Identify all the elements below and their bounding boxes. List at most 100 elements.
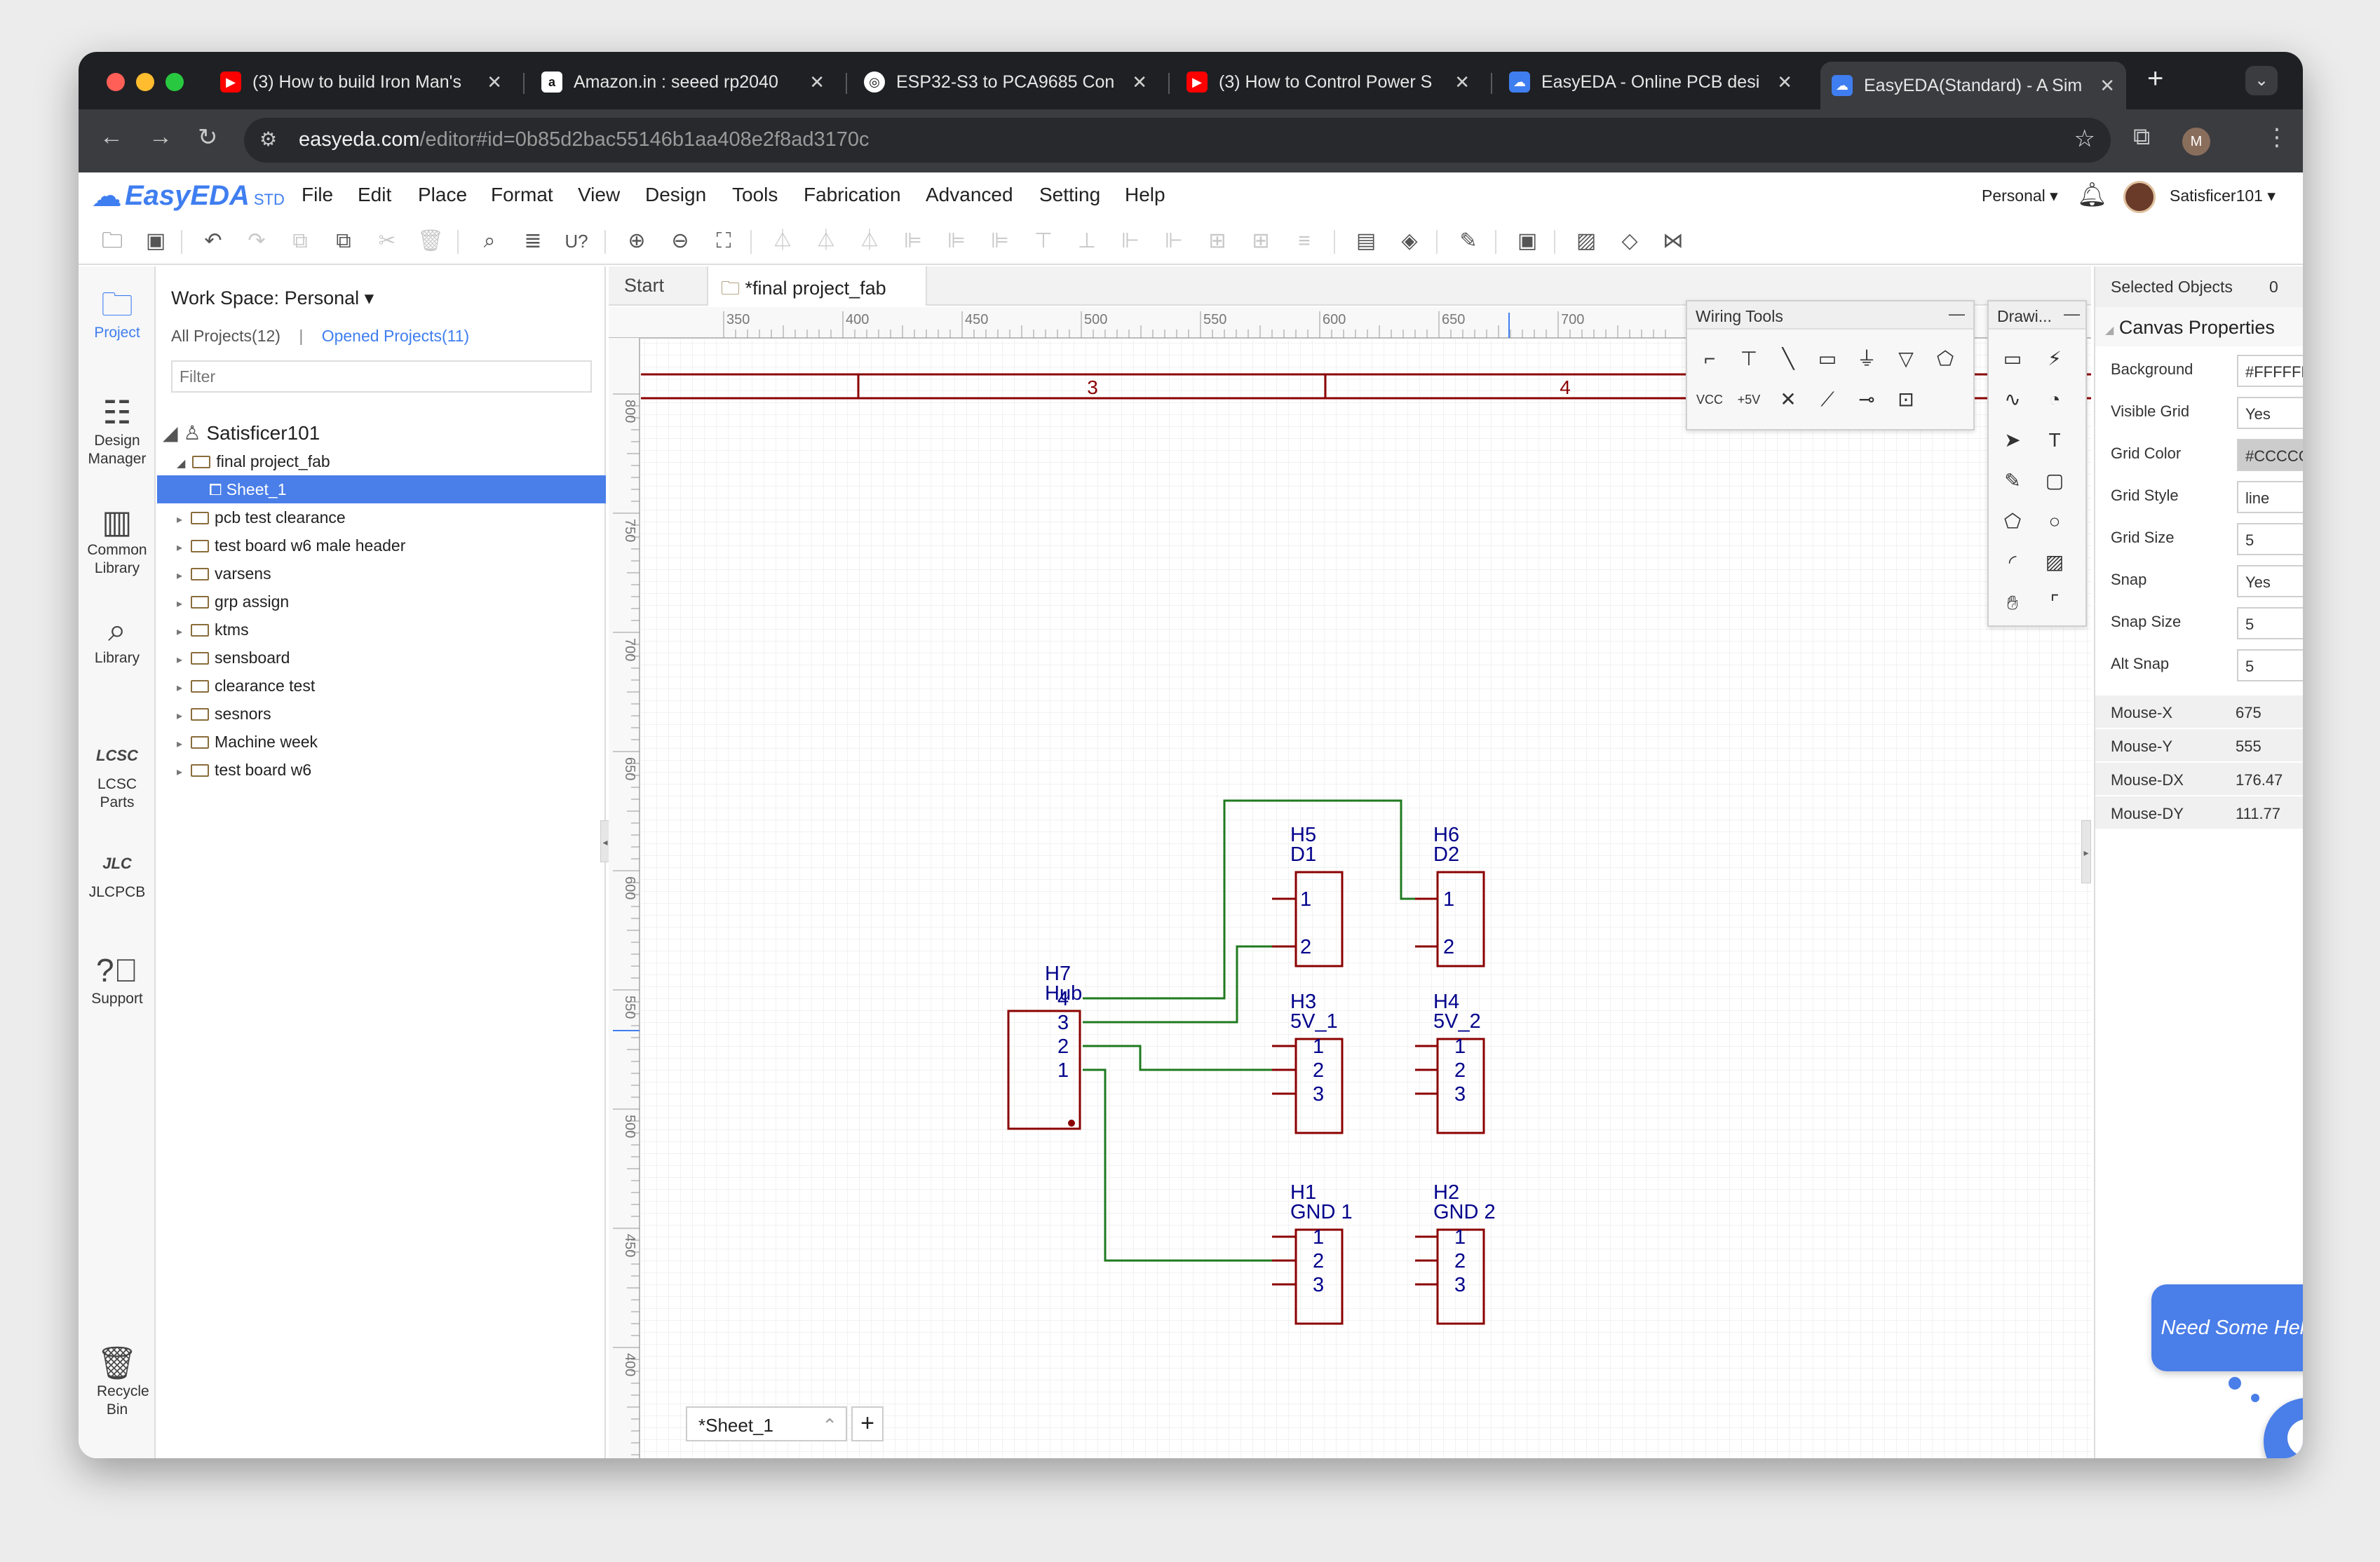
share-icon[interactable]: ⋈ [1659, 227, 1687, 255]
align-left-icon[interactable]: ⊫ [899, 227, 927, 255]
tree-project-9[interactable]: ▸ test board w6 [177, 756, 626, 784]
tree-project-7[interactable]: ▸ sesnors [177, 700, 626, 728]
bookmark-star-icon[interactable]: ☆ [2074, 125, 2095, 153]
browser-tab-1[interactable]: a Amazon.in : seeed rp2040 ✕ [530, 62, 836, 102]
url-bar[interactable]: ⚙ easyeda.com/editor#id=0b85d2bac55146b1… [244, 118, 2111, 163]
vcc-icon[interactable]: VCC [1696, 386, 1724, 414]
tree-project-2[interactable]: ▸ varsens [177, 559, 626, 588]
account-scope-dropdown[interactable]: Personal ▾ [1982, 186, 2058, 205]
annotate-icon[interactable]: U? [562, 227, 590, 255]
align-bottom-icon[interactable]: ⊫ [986, 227, 1014, 255]
rail-recycle-bin[interactable]: 🗑︎ Recycle Bin [79, 1343, 156, 1419]
browser-tab-0[interactable]: ▶ (3) How to build Iron Man's ✕ [209, 62, 513, 102]
visible-grid-select[interactable]: Yes⌄ [2237, 397, 2303, 429]
close-tab-icon[interactable]: ✕ [809, 72, 825, 93]
tree-project-1[interactable]: ▸ test board w6 male header [177, 531, 626, 559]
grid-size-input[interactable]: 5 [2237, 523, 2303, 555]
notification-bell-icon[interactable]: 🔔︎ [2077, 181, 2107, 209]
tree-project-3[interactable]: ▸ grp assign [177, 588, 626, 616]
tree-open-project[interactable]: ◢ final project_fab [177, 447, 626, 475]
arc-icon[interactable]: ◔ [2041, 386, 2069, 414]
minimize-panel-icon[interactable]: — [2064, 304, 2080, 323]
snap-size-input[interactable]: 5 [2237, 607, 2303, 639]
open-folder-icon[interactable]: 🗀︎ [98, 227, 126, 255]
tree-sheet-selected[interactable]: ⧠ Sheet_1 [157, 475, 606, 503]
menu-view[interactable]: View [578, 184, 620, 206]
tree-project-5[interactable]: ▸ sensboard [177, 644, 626, 672]
menu-setting[interactable]: Setting [1039, 184, 1100, 206]
save-icon[interactable]: ▣ [142, 227, 170, 255]
search-icon[interactable]: ⌕ [475, 227, 503, 255]
design-check-icon[interactable]: ✎ [1454, 227, 1482, 255]
back-icon[interactable]: ← [100, 123, 123, 151]
minimize-window-button[interactable] [136, 73, 154, 91]
rail-jlcpcb[interactable]: JLC JLCPCB [79, 844, 156, 902]
menu-file[interactable]: File [302, 184, 333, 206]
pin-icon[interactable]: ⊸ [1853, 386, 1881, 414]
menu-design[interactable]: Design [645, 184, 706, 206]
reload-icon[interactable]: ↻ [198, 123, 218, 151]
close-window-button[interactable] [107, 73, 125, 91]
distribute-v-icon[interactable]: ⊩ [1160, 227, 1188, 255]
polygon-icon[interactable]: ⬠ [1999, 508, 2027, 536]
delete-icon[interactable]: 🗑︎ [417, 227, 445, 255]
align-right-icon[interactable]: ⊫ [942, 227, 971, 255]
bus-entry-icon[interactable]: ▭ [1999, 345, 2027, 373]
rotate-icon[interactable]: ⏃ [812, 227, 840, 255]
sheet-tab[interactable]: *Sheet_1 ⌃ [686, 1406, 847, 1441]
net-label-icon[interactable]: ▭ [1813, 345, 1841, 373]
canvas-properties-header[interactable]: ◢ Canvas Properties [2095, 307, 2303, 346]
grid-color-input[interactable]: #CCCCCC [2237, 439, 2303, 471]
close-tab-icon[interactable]: ✕ [487, 72, 502, 93]
plus5v-icon[interactable]: +5V [1735, 386, 1763, 414]
browser-tab-4[interactable]: ☁ EasyEDA - Online PCB desi ✕ [1498, 62, 1804, 102]
layer-align-icon[interactable]: ≡ [1290, 227, 1318, 255]
group-icon[interactable]: ⊡ [1892, 386, 1920, 414]
menu-edit[interactable]: Edit [358, 184, 391, 206]
tab-final-project[interactable]: 🗀︎ *final project_fab [707, 266, 927, 306]
align-center-icon[interactable]: ⊥ [1073, 227, 1101, 255]
zoom-out-icon[interactable]: ⊖ [666, 227, 694, 255]
tab-start[interactable]: Start [624, 275, 664, 297]
grid-style-select[interactable]: line⌄ [2237, 481, 2303, 513]
mirror-icon[interactable]: ⏃ [856, 227, 884, 255]
bezier-icon[interactable]: ∿ [1999, 386, 2027, 414]
background-color-input[interactable]: #FFFFFF [2237, 355, 2303, 387]
line-icon[interactable]: ╲ [1774, 345, 1802, 373]
browser-tab-5[interactable]: ☁ EasyEDA(Standard) - A Sim ✕ [1820, 62, 2126, 109]
rail-lcsc-parts[interactable]: LCSC LCSC Parts [79, 736, 156, 812]
tree-project-6[interactable]: ▸ clearance test [177, 672, 626, 700]
distribute-h-icon[interactable]: ⊩ [1116, 227, 1144, 255]
tree-project-0[interactable]: ▸ pcb test clearance [177, 503, 626, 531]
schematic-canvas[interactable]: 350 400 450 500 550 600 650 700 800 750 700 650 600… [609, 307, 2091, 1458]
zoom-in-icon[interactable]: ⊕ [623, 227, 651, 255]
find-replace-icon[interactable]: ≣ [519, 227, 547, 255]
add-sheet-button[interactable]: + [851, 1406, 884, 1441]
no-connect-icon[interactable]: ✕ [1774, 386, 1802, 414]
workspace-selector[interactable]: Work Space: Personal ▾ [171, 287, 374, 309]
extensions-icon[interactable]: ⧉ [2133, 123, 2150, 151]
site-info-icon[interactable]: ⚙ [259, 128, 277, 151]
menu-help[interactable]: Help [1125, 184, 1165, 206]
layers-icon[interactable]: ◇ [1616, 227, 1644, 255]
drag-hand-icon[interactable]: ✋︎ [1999, 589, 2027, 617]
menu-advanced[interactable]: Advanced [926, 184, 1013, 206]
circle-icon[interactable]: ○ [2041, 508, 2069, 536]
close-tab-icon[interactable]: ✕ [1777, 72, 1792, 93]
rail-project[interactable]: 🗀︎ Project [79, 285, 156, 342]
project-filter-input[interactable] [171, 360, 592, 393]
tree-project-8[interactable]: ▸ Machine week [177, 728, 626, 756]
align-top-icon[interactable]: ⊤ [1029, 227, 1057, 255]
rail-common-library[interactable]: ▥ Common Library [79, 502, 156, 578]
sheet-dropdown-icon[interactable]: ⌃ [822, 1415, 837, 1437]
text-icon[interactable]: T [2041, 426, 2069, 454]
tab-search-icon[interactable]: ⌄ [2245, 66, 2278, 95]
bus-icon[interactable]: ⊤ [1735, 345, 1763, 373]
alt-snap-input[interactable]: 5 [2237, 649, 2303, 681]
rail-library[interactable]: ⌕ Library [79, 610, 156, 667]
paste-icon[interactable]: ⧉ [330, 227, 358, 255]
rail-design-manager[interactable]: ☷ Design Manager [79, 393, 156, 468]
net-flag-icon[interactable]: ▽ [1892, 345, 1920, 373]
undo-icon[interactable]: ↶ [199, 227, 227, 255]
close-tab-icon[interactable]: ✕ [1132, 72, 1147, 93]
